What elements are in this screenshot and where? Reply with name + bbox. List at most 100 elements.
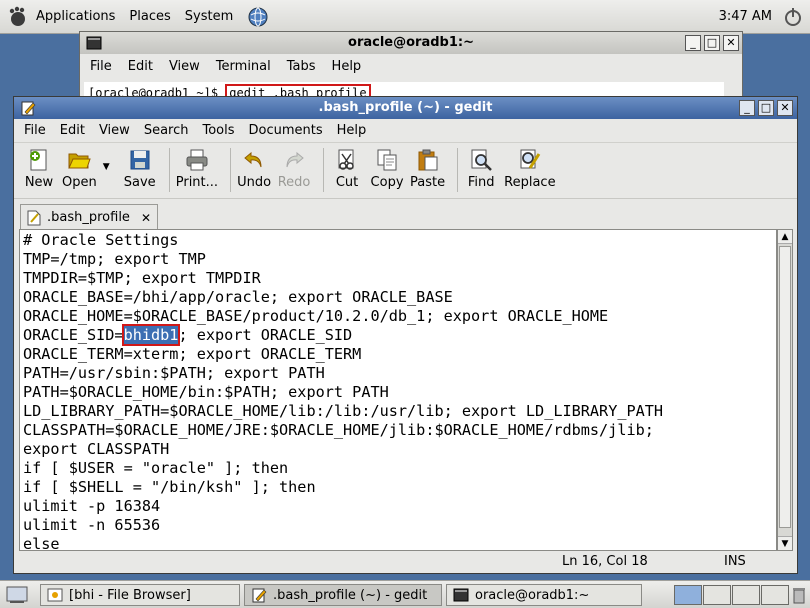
terminal-menu-tabs[interactable]: Tabs [287,59,316,74]
code-line: PATH=/usr/sbin:$PATH; export PATH [23,364,325,382]
scroll-down-icon[interactable]: ▼ [778,536,792,550]
new-button[interactable]: New [22,148,56,190]
minimize-button[interactable]: _ [685,35,701,51]
workspace-3[interactable] [732,585,760,605]
replace-button[interactable]: Replace [504,148,556,190]
gedit-minimize-button[interactable]: _ [739,100,755,116]
task-gedit[interactable]: .bash_profile (~) - gedit [244,584,442,606]
code-line-oracle-sid: ORACLE_SID=bhidb1; export ORACLE_SID [23,324,353,346]
scissors-icon [338,149,354,170]
terminal-title: oracle@oradb1:~ [348,35,474,50]
terminal-menu-file[interactable]: File [90,59,112,74]
gedit-maximize-button[interactable]: □ [758,100,774,116]
terminal-menu-terminal[interactable]: Terminal [216,59,271,74]
scrollbar-thumb[interactable] [779,246,791,528]
menu-edit[interactable]: Edit [60,123,85,138]
redo-arrow-icon [286,151,304,168]
terminal-titlebar[interactable]: oracle@oradb1:~ _ □ ✕ [80,32,742,54]
toolbar-separator [457,148,459,192]
cursor-position: Ln 16, Col 18 [562,554,648,569]
gedit-menubar: File Edit View Search Tools Documents He… [14,119,797,143]
statusbar: Ln 16, Col 18 INS [14,551,797,573]
menu-tools[interactable]: Tools [202,123,234,138]
gnome-foot-icon [9,6,25,26]
code-line: ulimit -p 16384 [23,497,161,515]
workspace-4[interactable] [761,585,789,605]
menu-search[interactable]: Search [144,123,189,138]
editor-text[interactable]: # Oracle Settings TMP=/tmp; export TMP T… [20,230,776,551]
code-line: PATH=$ORACLE_HOME/bin:$PATH; export PATH [23,383,389,401]
tab-close-icon[interactable]: ✕ [141,211,151,225]
gedit-title: .bash_profile (~) - gedit [318,100,493,115]
terminal-menu-view[interactable]: View [169,59,200,74]
toolbar-separator [168,148,170,192]
gedit-toolbar: New Open ▼ Save Print... Undo Redo Cut C… [14,143,797,199]
code-line: ulimit -n 65536 [23,516,161,534]
undo-arrow-icon [244,151,262,168]
vertical-scrollbar[interactable]: ▲ ▼ [777,229,793,551]
task-file-browser[interactable]: [bhi - File Browser] [40,584,240,606]
open-recent-dropdown[interactable]: ▼ [103,162,113,172]
code-line: TMP=/tmp; export TMP [23,250,206,268]
code-line: ORACLE_BASE=/bhi/app/oracle; export ORAC… [23,288,453,306]
menu-documents[interactable]: Documents [249,123,323,138]
clipboard-paste-icon [418,149,438,171]
toolbar-separator [230,148,232,192]
toolbar-separator [323,148,325,192]
find-replace-icon [520,149,541,169]
code-line: # Oracle Settings [23,231,179,249]
code-line: else [23,535,60,551]
paste-button[interactable]: Paste [410,148,445,190]
find-button[interactable]: Find [464,148,498,190]
copy-button[interactable]: Copy [370,148,404,190]
file-browser-icon [47,588,63,602]
show-desktop-icon[interactable] [6,586,28,604]
open-button[interactable]: Open [62,148,97,190]
save-button[interactable]: Save [123,148,157,190]
trash-icon[interactable] [792,586,806,604]
clock[interactable]: 3:47 AM [719,9,772,24]
selected-text[interactable]: bhidb1 [121,324,181,346]
workspace-1[interactable] [674,585,702,605]
menu-view[interactable]: View [99,123,130,138]
places-menu[interactable]: Places [129,9,170,24]
tab-bash-profile[interactable]: .bash_profile ✕ [20,204,158,230]
menu-help[interactable]: Help [337,123,367,138]
menu-file[interactable]: File [24,123,46,138]
code-line: export CLASSPATH [23,440,170,458]
task-terminal[interactable]: oracle@oradb1:~ [446,584,642,606]
close-button[interactable]: ✕ [723,35,739,51]
scroll-up-icon[interactable]: ▲ [778,230,792,244]
tab-label: .bash_profile [47,210,130,225]
redo-button[interactable]: Redo [277,148,311,190]
terminal-task-icon [453,588,469,602]
document-tabbar: .bash_profile ✕ [14,199,797,230]
folder-open-icon [68,153,92,169]
system-menu[interactable]: System [185,9,233,24]
workspace-2[interactable] [703,585,731,605]
power-icon[interactable] [782,6,804,28]
terminal-menu-edit[interactable]: Edit [128,59,153,74]
cut-button[interactable]: Cut [330,148,364,190]
insert-mode: INS [724,554,746,569]
print-button[interactable]: Print... [176,148,218,190]
text-editor[interactable]: # Oracle Settings TMP=/tmp; export TMP T… [19,229,777,551]
maximize-button[interactable]: □ [704,35,720,51]
gedit-close-button[interactable]: ✕ [777,100,793,116]
undo-button[interactable]: Undo [237,148,271,190]
text-document-icon [27,210,41,225]
applications-menu[interactable]: Applications [36,9,115,24]
code-line: ORACLE_TERM=xterm; export ORACLE_TERM [23,345,362,363]
terminal-menu-help[interactable]: Help [332,59,362,74]
code-line: TMPDIR=$TMP; export TMPDIR [23,269,261,287]
code-line: LD_LIBRARY_PATH=$ORACLE_HOME/lib:/lib:/u… [23,402,664,420]
code-line: ORACLE_HOME=$ORACLE_BASE/product/10.2.0/… [23,307,609,325]
gedit-titlebar[interactable]: .bash_profile (~) - gedit _ □ ✕ [14,97,797,119]
bottom-taskbar: [bhi - File Browser] .bash_profile (~) -… [0,580,810,608]
code-line: CLASSPATH=$ORACLE_HOME/JRE:$ORACLE_HOME/… [23,421,654,439]
gedit-window[interactable]: .bash_profile (~) - gedit _ □ ✕ File Edi… [13,96,798,574]
printer-icon [186,149,208,171]
top-panel: Applications Places System 3:47 AM [0,0,810,34]
network-globe-icon[interactable] [247,6,269,28]
magnifier-icon [471,149,493,171]
